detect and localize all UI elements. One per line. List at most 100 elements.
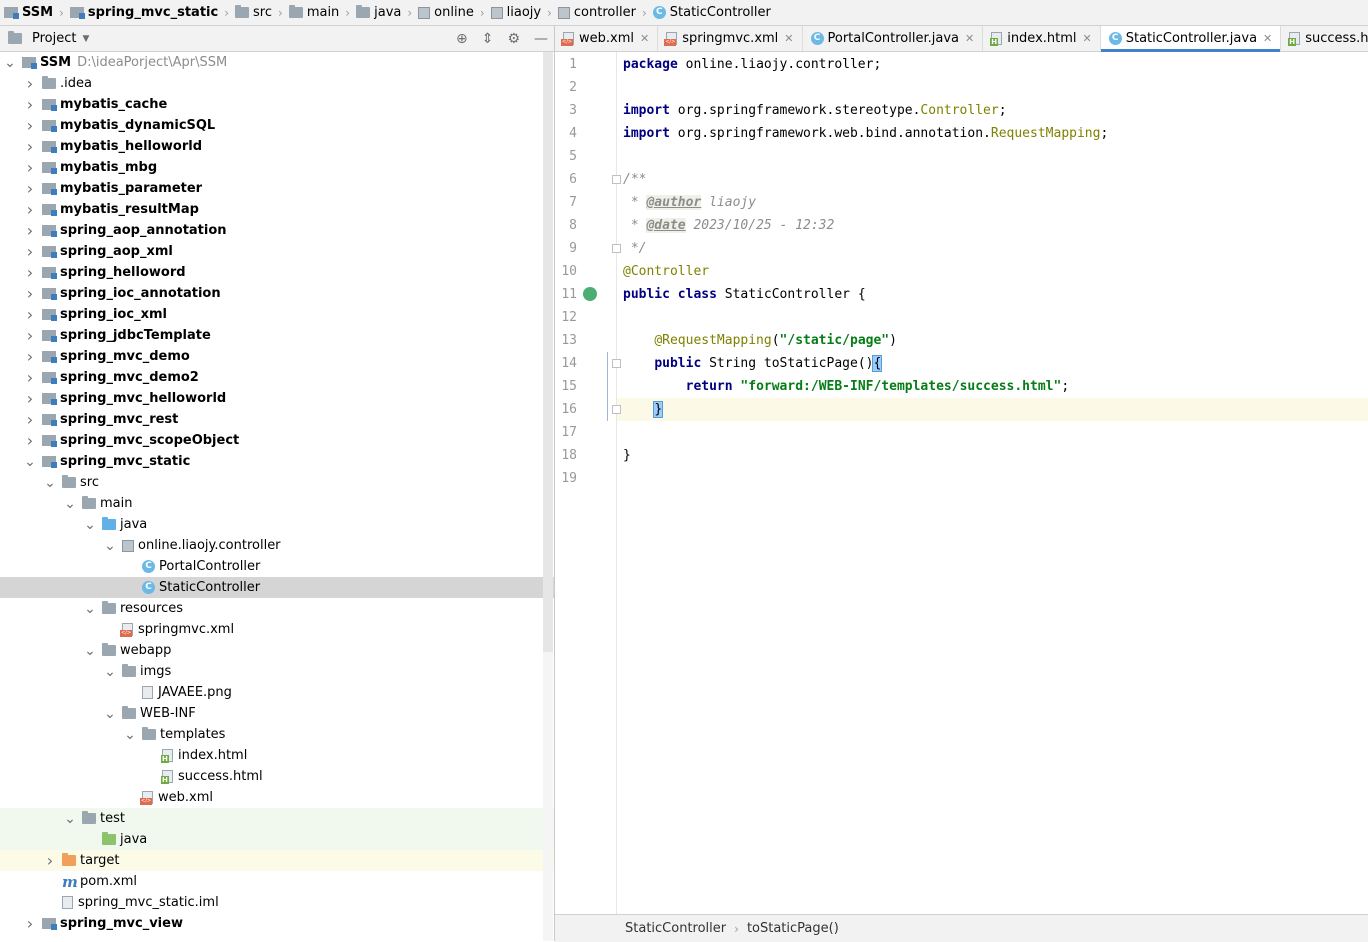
editor-tab[interactable]: C StaticController.java ✕ [1100,26,1282,52]
breadcrumb-item[interactable]: main [285,0,343,25]
collapse-arrow-icon[interactable]: › [24,263,36,282]
tree-node[interactable]: › target [0,850,554,871]
fold-marker-icon[interactable] [612,244,621,253]
collapse-arrow-icon[interactable]: › [44,851,56,870]
breadcrumb-item[interactable]: spring_mvc_static [66,0,222,25]
fold-marker-icon[interactable] [612,405,621,414]
tree-node[interactable]: › spring_mvc_view [0,913,554,934]
collapse-arrow-icon[interactable]: › [24,158,36,177]
tree-node[interactable]: › spring_mvc_demo [0,346,554,367]
tree-node[interactable]: ⌄ webapp [0,640,554,661]
collapse-arrow-icon[interactable]: › [24,431,36,450]
tree-node[interactable]: ⌄ src [0,472,554,493]
close-icon[interactable]: ✕ [784,32,793,45]
tree-node[interactable]: java [0,829,554,850]
code-line[interactable]: public String toStaticPage(){ [623,352,883,375]
collapse-arrow-icon[interactable]: › [24,326,36,345]
locate-icon[interactable]: ⊕ [456,31,468,47]
tree-node[interactable]: › spring_ioc_xml [0,304,554,325]
collapse-arrow-icon[interactable]: › [24,914,36,933]
editor-tab[interactable]: success.html✕ [1281,26,1368,51]
tree-node[interactable]: › spring_aop_xml [0,241,554,262]
editor-tab[interactable]: index.html ✕ [983,26,1101,51]
code-editor[interactable]: 1 2 3 4 5 6 7 8 9 10 11 12 13 14 15 16 17 18 19 package on… [555,52,1368,914]
collapse-arrow-icon[interactable]: › [24,368,36,387]
collapse-arrow-icon[interactable]: › [24,116,36,135]
tree-node[interactable]: › spring_mvc_scopeObject [0,430,554,451]
tree-node[interactable]: ⌄ spring_mvc_static [0,451,554,472]
code-line[interactable]: */ [623,237,647,260]
collapse-arrow-icon[interactable]: › [24,305,36,324]
tree-node[interactable]: › mybatis_helloworld [0,136,554,157]
tree-node[interactable]: › mybatis_dynamicSQL [0,115,554,136]
code-line[interactable]: } [623,398,664,421]
collapse-arrow-icon[interactable]: › [24,95,36,114]
tree-node[interactable]: › mybatis_mbg [0,157,554,178]
collapse-arrow-icon[interactable]: › [24,179,36,198]
tree-node[interactable]: ⌄ WEB-INF [0,703,554,724]
expand-arrow-icon[interactable]: ⌄ [64,812,76,826]
tree-node[interactable]: C PortalController [0,556,554,577]
editor-tab[interactable]: web.xml ✕ [555,26,659,51]
tree-node[interactable]: index.html [0,745,554,766]
tree-node[interactable]: ⌄ java [0,514,554,535]
tree-node[interactable]: C StaticController [0,577,554,598]
tree-node[interactable]: ⌄ main [0,493,554,514]
code-line[interactable]: } [623,444,631,467]
collapse-arrow-icon[interactable]: › [24,284,36,303]
tree-node[interactable]: ⌄ SSM D:\ideaPorject\Apr\SSM [0,52,554,73]
tree-node[interactable]: › spring_jdbcTemplate [0,325,554,346]
tree-node[interactable]: › spring_mvc_rest [0,409,554,430]
expand-arrow-icon[interactable]: ⌄ [104,539,116,553]
spring-bean-icon[interactable] [583,287,597,301]
breadcrumb-item[interactable]: liaojy [487,0,545,25]
breadcrumb-item[interactable]: controller [554,0,640,25]
code-line[interactable]: return "forward:/WEB-INF/templates/succe… [623,375,1070,398]
tree-node[interactable]: JAVAEE.png [0,682,554,703]
breadcrumb-item[interactable]: online [414,0,478,25]
collapse-arrow-icon[interactable]: › [24,74,36,93]
breadcrumb-item[interactable]: src [231,0,276,25]
code-line[interactable]: /** [623,168,646,191]
editor-tab[interactable]: C PortalController.java ✕ [803,26,984,51]
close-icon[interactable]: ✕ [965,32,974,45]
tree-node[interactable]: › .idea [0,73,554,94]
code-line[interactable]: package online.liaojy.controller; [623,53,881,76]
fold-marker-icon[interactable] [612,359,621,368]
collapse-arrow-icon[interactable]: › [24,221,36,240]
close-icon[interactable]: ✕ [1083,32,1092,45]
expand-arrow-icon[interactable]: ⌄ [104,665,116,679]
tree-node[interactable]: › spring_ioc_annotation [0,283,554,304]
breadcrumb-item[interactable]: C StaticController [649,0,775,25]
tree-node[interactable]: › mybatis_cache [0,94,554,115]
close-icon[interactable]: ✕ [640,32,649,45]
status-class-name[interactable]: StaticController [619,921,732,936]
expand-arrow-icon[interactable]: ⌄ [4,56,16,70]
editor-tab[interactable]: springmvc.xml ✕ [658,26,803,51]
tree-node[interactable]: › spring_aop_annotation [0,220,554,241]
tree-node[interactable]: spring_mvc_static.iml [0,892,554,913]
tree-node[interactable]: › mybatis_parameter [0,178,554,199]
code-line[interactable]: import org.springframework.stereotype.Co… [623,99,1007,122]
gear-icon[interactable]: ⚙ [507,31,520,47]
tree-node[interactable]: ⌄ templates [0,724,554,745]
editor-gutter[interactable]: 1 2 3 4 5 6 7 8 9 10 11 12 13 14 15 16 17 18 19 [555,52,621,914]
expand-arrow-icon[interactable]: ⌄ [64,497,76,511]
collapse-all-icon[interactable]: ⇕ [482,31,494,47]
expand-arrow-icon[interactable]: ⌄ [84,644,96,658]
tree-scrollbar[interactable] [543,52,553,941]
code-line[interactable]: public class StaticController { [623,283,866,306]
expand-arrow-icon[interactable]: ⌄ [84,518,96,532]
collapse-arrow-icon[interactable]: › [24,389,36,408]
code-line[interactable]: @RequestMapping("/static/page") [623,329,897,352]
breadcrumb-item[interactable]: java [352,0,405,25]
collapse-arrow-icon[interactable]: › [24,347,36,366]
code-line[interactable]: @Controller [623,260,709,283]
close-icon[interactable]: ✕ [1263,32,1272,45]
tree-node[interactable]: ⌄ imgs [0,661,554,682]
minimize-icon[interactable]: — [534,31,548,47]
tree-node[interactable]: › mybatis_resultMap [0,199,554,220]
tree-node[interactable]: ⌄ resources [0,598,554,619]
tree-node[interactable]: › spring_helloword [0,262,554,283]
project-view-selector[interactable]: Project ▼ [8,31,89,46]
